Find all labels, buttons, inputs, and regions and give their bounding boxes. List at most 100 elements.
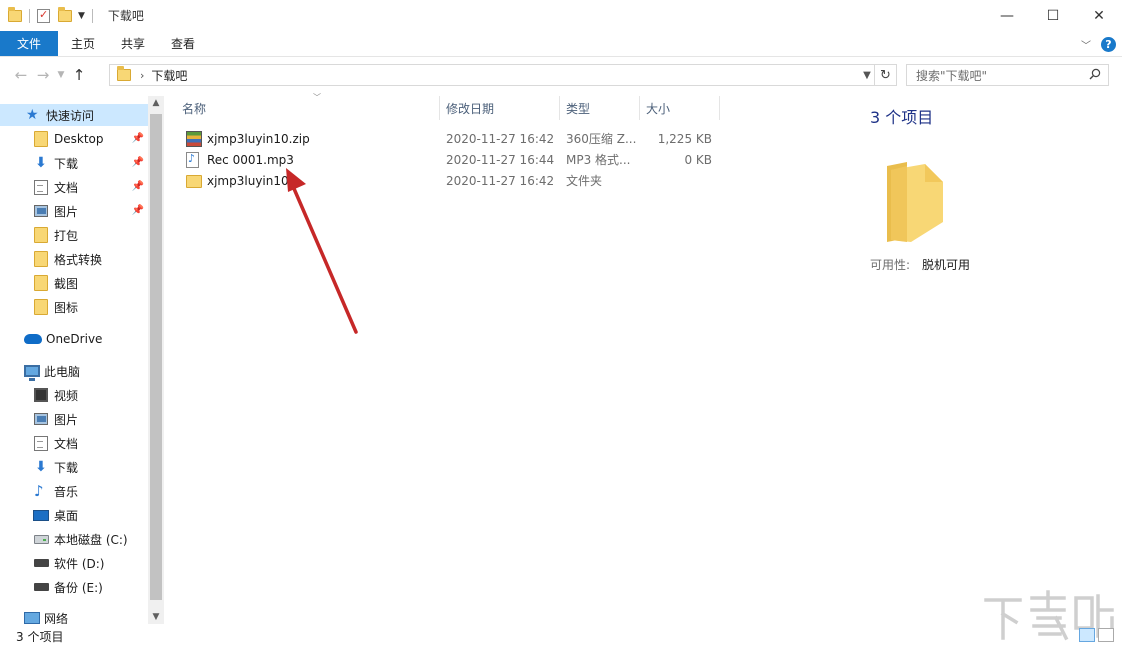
folder-icon <box>8 6 22 22</box>
nav-item-pc-documents[interactable]: 文档 <box>0 432 148 454</box>
window-controls: — ☐ ✕ <box>984 0 1122 31</box>
maximize-button[interactable]: ☐ <box>1030 0 1076 31</box>
annotation-arrow <box>286 168 358 334</box>
download-arrow-icon: ⬇ <box>35 459 47 475</box>
nav-item-drive-e[interactable]: 备份 (E:) <box>0 576 148 598</box>
close-button[interactable]: ✕ <box>1076 0 1122 31</box>
column-header-label: 修改日期 <box>446 101 495 116</box>
large-icons-view-icon[interactable] <box>1098 628 1114 642</box>
scroll-up-arrow-icon[interactable]: ▲ <box>148 98 164 108</box>
status-text: 3 个项目 <box>16 629 64 644</box>
nav-item-pack[interactable]: 打包 <box>0 224 148 246</box>
navigation-pane: ★ 快速访问 Desktop 📌 ⬇ 下载 📌 文档 📌 图片 📌 打包 格式转… <box>0 96 164 624</box>
nav-item-label: 桌面 <box>54 508 79 523</box>
file-date: 2020-11-27 16:42 <box>446 131 555 146</box>
minimize-button[interactable]: — <box>984 0 1030 31</box>
pin-icon[interactable]: 📌 <box>132 205 144 216</box>
file-date: 2020-11-27 16:44 <box>446 152 555 167</box>
document-icon <box>34 179 48 195</box>
tab-view[interactable]: 查看 <box>158 31 208 56</box>
nav-item-label: 格式转换 <box>54 252 103 267</box>
folder-icon <box>34 251 48 267</box>
search-icon[interactable] <box>1089 68 1101 80</box>
details-view-icon[interactable] <box>1079 628 1095 642</box>
nav-item-downloads[interactable]: ⬇ 下载 📌 <box>0 152 148 174</box>
properties-icon[interactable] <box>37 8 50 23</box>
nav-item-label: 打包 <box>54 228 79 243</box>
item-count: 3 个项目 <box>870 108 934 127</box>
nav-item-label: 本地磁盘 (C:) <box>54 532 128 547</box>
nav-item-pictures[interactable]: 图片 📌 <box>0 200 148 222</box>
pin-icon[interactable]: 📌 <box>132 181 144 192</box>
file-size: 1,225 KB <box>657 131 712 146</box>
address-row: ← → ▼ ↑ › 下载吧 ▼ ↻ 搜索"下载吧" <box>0 58 1122 92</box>
download-arrow-icon: ⬇ <box>35 155 47 171</box>
mp3-file-icon <box>186 151 199 168</box>
up-arrow-icon[interactable]: ↑ <box>68 66 90 84</box>
customize-toolbar-dropdown-icon[interactable]: ▼ <box>78 11 85 21</box>
nav-item-documents[interactable]: 文档 📌 <box>0 176 148 198</box>
title-bar: ▼ 下载吧 — ☐ ✕ <box>0 0 1122 31</box>
nav-item-drive-c[interactable]: 本地磁盘 (C:) <box>0 528 148 550</box>
nav-item-icons[interactable]: 图标 <box>0 296 148 318</box>
folder-icon <box>34 131 48 147</box>
nav-item-desktop-pc[interactable]: 桌面 <box>0 504 148 526</box>
new-folder-icon[interactable] <box>58 6 72 22</box>
nav-item-label: 备份 (E:) <box>54 580 103 595</box>
nav-item-drive-d[interactable]: 软件 (D:) <box>0 552 148 574</box>
nav-scrollbar[interactable]: ▲ ▼ <box>148 96 164 624</box>
file-date: 2020-11-27 16:42 <box>446 173 555 188</box>
tab-home[interactable]: 主页 <box>58 31 108 56</box>
file-row[interactable]: Rec 0001.mp3 2020-11-27 16:44 MP3 格式... … <box>176 149 736 170</box>
scroll-down-arrow-icon[interactable]: ▼ <box>148 612 164 622</box>
folder-icon <box>117 66 131 81</box>
column-header-type[interactable]: 类型 <box>560 96 640 120</box>
back-arrow-icon[interactable]: ← <box>10 66 32 84</box>
nav-item-pc-downloads[interactable]: ⬇ 下载 <box>0 456 148 478</box>
pictures-icon <box>34 205 48 217</box>
forward-arrow-icon[interactable]: → <box>32 66 54 84</box>
file-row[interactable]: xjmp3luyin10.zip 2020-11-27 16:42 360压缩 … <box>176 128 736 149</box>
refresh-icon[interactable]: ↻ <box>874 65 896 85</box>
nav-item-music[interactable]: ♪ 音乐 <box>0 480 148 502</box>
tab-file[interactable]: 文件 <box>0 31 59 56</box>
nav-item-videos[interactable]: 视频 <box>0 384 148 406</box>
search-input[interactable]: 搜索"下载吧" <box>906 64 1109 86</box>
expand-ribbon-chevron-icon[interactable]: ﹀ <box>1081 37 1091 52</box>
nav-item-label: 文档 <box>54 180 79 195</box>
nav-item-label: 图标 <box>54 300 79 315</box>
nav-this-pc[interactable]: 此电脑 <box>0 360 148 382</box>
large-folder-icon <box>887 162 943 242</box>
pin-icon[interactable]: 📌 <box>132 133 144 144</box>
nav-item-label: 图片 <box>54 204 79 219</box>
nav-item-pc-pictures[interactable]: 图片 <box>0 408 148 430</box>
nav-item-label: 下载 <box>54 460 79 475</box>
address-dropdown-chevron-icon[interactable]: ▼ <box>860 65 874 85</box>
nav-onedrive[interactable]: OneDrive <box>0 328 148 350</box>
file-row[interactable]: xjmp3luyin10 2020-11-27 16:42 文件夹 <box>176 170 736 191</box>
nav-quick-access[interactable]: ★ 快速访问 <box>0 104 148 126</box>
nav-item-desktop[interactable]: Desktop 📌 <box>0 128 148 150</box>
preview-pane: 3 个项目 可用性: 脱机可用 <box>848 96 1122 624</box>
help-icon[interactable]: ? <box>1101 36 1116 52</box>
nav-network[interactable]: 网络 <box>0 607 148 624</box>
nav-item-format-convert[interactable]: 格式转换 <box>0 248 148 270</box>
pin-icon[interactable]: 📌 <box>132 157 144 168</box>
folder-icon <box>34 227 48 243</box>
column-header-date[interactable]: 修改日期 <box>440 96 560 120</box>
column-header-label: 名称 <box>182 101 207 116</box>
nav-item-screenshots[interactable]: 截图 <box>0 272 148 294</box>
sort-chevron-icon: ﹀ <box>313 93 321 102</box>
address-bar[interactable]: › 下载吧 ▼ ↻ <box>109 64 897 86</box>
scrollbar-thumb[interactable] <box>150 114 162 600</box>
ribbon-tabs: 文件 主页 共享 查看 ﹀ ? <box>0 31 1122 57</box>
availability-value: 脱机可用 <box>922 258 971 272</box>
star-icon: ★ <box>26 107 39 123</box>
column-header-name[interactable]: 名称 ﹀ <box>176 93 440 120</box>
breadcrumb-chevron-icon[interactable]: › <box>140 69 144 82</box>
file-size <box>626 170 712 191</box>
breadcrumb-current[interactable]: 下载吧 <box>151 67 187 84</box>
recent-locations-chevron-icon[interactable]: ▼ <box>54 70 68 80</box>
tab-share[interactable]: 共享 <box>108 31 158 56</box>
column-header-size[interactable]: 大小 <box>640 96 720 120</box>
